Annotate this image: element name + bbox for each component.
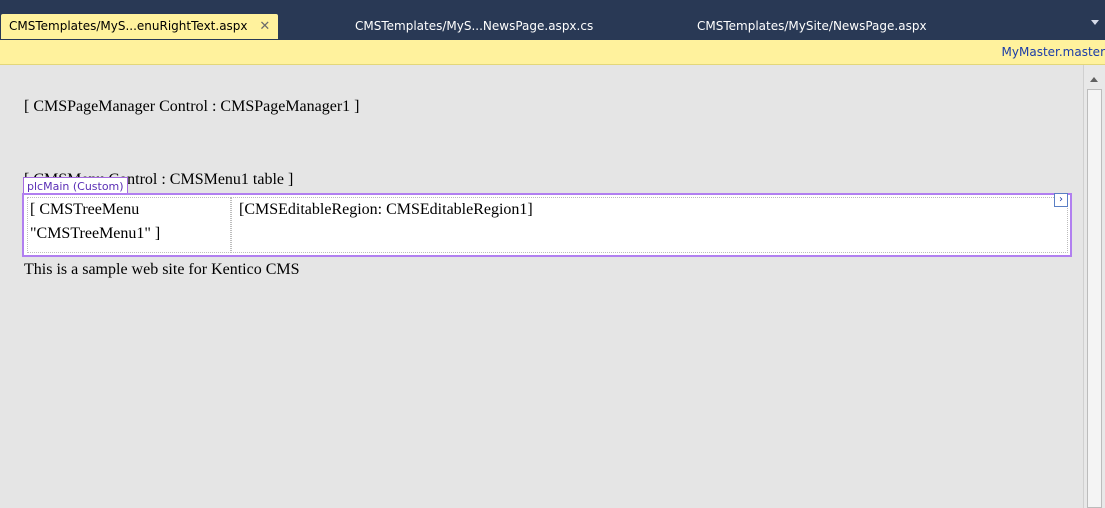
master-page-bar: MyMaster.master (0, 40, 1105, 65)
cms-editable-region[interactable]: [CMSEditableRegion: CMSEditableRegion1] (231, 197, 1068, 253)
cms-tree-menu-control[interactable]: [ CMSTreeMenu "CMSTreeMenu1" ] (27, 197, 231, 253)
tab-newspage-aspx-cs[interactable]: CMSTemplates/MyS...NewsPage.aspx.cs (347, 14, 601, 39)
site-description-text: This is a sample web site for Kentico CM… (24, 261, 300, 278)
cms-page-manager-control[interactable]: [ CMSPageManager Control : CMSPageManage… (24, 98, 360, 116)
document-tab-strip: CMSTemplates/MyS...enuRightText.aspx ✕ C… (0, 0, 1105, 40)
scrollbar-thumb[interactable] (1087, 89, 1102, 508)
tab-newspage-aspx[interactable]: CMSTemplates/MySite/NewsPage.aspx (689, 14, 935, 39)
placeholder-tag-plcmain[interactable]: plcMain (Custom) (23, 177, 128, 194)
scroll-up-arrow-icon[interactable] (1090, 77, 1098, 82)
close-icon[interactable]: ✕ (259, 14, 270, 39)
placeholder-plcmain[interactable]: [ CMSTreeMenu "CMSTreeMenu1" ] [CMSEdita… (22, 193, 1072, 257)
tab-dropdown-icon[interactable] (1091, 20, 1099, 25)
master-page-link[interactable]: MyMaster.master (1002, 45, 1105, 59)
tab-label: CMSTemplates/MyS...enuRightText.aspx (9, 19, 248, 33)
design-surface[interactable]: [ CMSPageManager Control : CMSPageManage… (0, 65, 1105, 508)
tab-menu-right-text-aspx[interactable]: CMSTemplates/MyS...enuRightText.aspx ✕ (1, 14, 279, 39)
smart-tag-arrow-icon[interactable]: › (1054, 193, 1068, 207)
tab-label: CMSTemplates/MyS...NewsPage.aspx.cs (355, 19, 594, 33)
vertical-scrollbar[interactable] (1083, 65, 1105, 508)
tab-label: CMSTemplates/MySite/NewsPage.aspx (697, 19, 927, 33)
